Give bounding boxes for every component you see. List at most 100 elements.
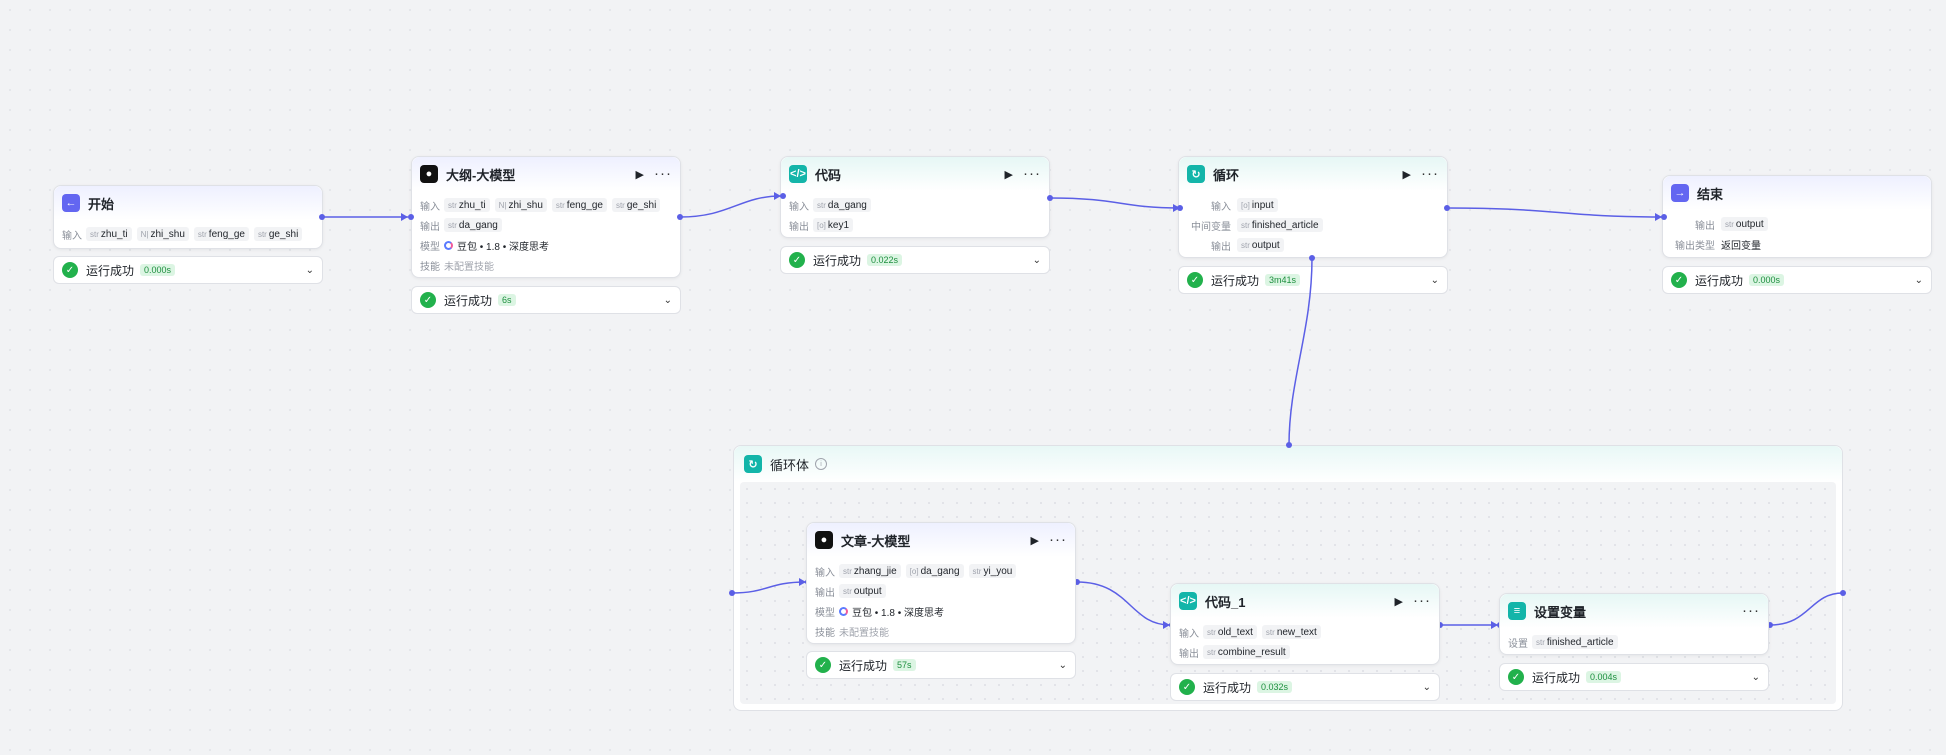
status-bar-outline[interactable]: ✓ 运行成功 6s ⌄ — [411, 286, 681, 314]
chevron-down-icon[interactable]: ⌄ — [1915, 275, 1923, 286]
status-bar-article[interactable]: ✓ 运行成功 57s ⌄ — [806, 651, 1076, 679]
duration-badge: 0.032s — [1257, 681, 1293, 693]
status-text: 运行成功 — [1532, 670, 1581, 685]
llm-icon: ● — [815, 531, 833, 549]
param-chip: [o] input — [1237, 198, 1278, 212]
output-type-value: 返回变量 — [1721, 240, 1761, 252]
status-text: 运行成功 — [1211, 273, 1260, 288]
status-bar-set-variable[interactable]: ✓ 运行成功 0.004s ⌄ — [1499, 663, 1769, 691]
code-icon: </> — [1179, 592, 1197, 610]
play-icon[interactable]: ▶ — [1031, 534, 1039, 547]
start-icon: ← — [62, 194, 80, 212]
success-check-icon: ✓ — [1187, 272, 1203, 288]
output-label: 输出 — [789, 221, 809, 233]
success-check-icon: ✓ — [1179, 679, 1195, 695]
code-icon: </> — [789, 165, 807, 183]
node-outline-llm[interactable]: ● 大纲-大模型 ▶ ··· 输入 str zhu_ti N| zhi_shu st… — [411, 156, 681, 278]
model-name: 豆包 • 1.8 • 深度思考 — [852, 607, 945, 619]
node-code[interactable]: </> 代码 ▶ ··· 输入 str da_gang 输出 [o] key1 — [780, 156, 1050, 238]
skills-label: 技能 — [420, 261, 440, 273]
duration-badge: 0.022s — [867, 254, 903, 266]
chevron-down-icon[interactable]: ⌄ — [664, 295, 672, 306]
status-bar-start[interactable]: ✓ 运行成功 0.000s ⌄ — [53, 256, 323, 284]
output-label: 输出 — [420, 221, 440, 233]
more-icon[interactable]: ··· — [1023, 166, 1041, 181]
model-name: 豆包 • 1.8 • 深度思考 — [457, 241, 550, 253]
status-text: 运行成功 — [86, 263, 135, 278]
param-chip: str yi_you — [968, 564, 1017, 578]
chevron-down-icon[interactable]: ⌄ — [306, 265, 314, 276]
duration-badge: 6s — [498, 294, 516, 306]
more-icon[interactable]: ··· — [1049, 532, 1067, 547]
input-label: 输入 — [1179, 628, 1199, 640]
node-loop[interactable]: ↻ 循环 ▶ ··· 输入 [o] input 中间变量 str finished_… — [1178, 156, 1448, 258]
chevron-down-icon[interactable]: ⌄ — [1752, 672, 1760, 683]
param-chip: [o] key1 — [813, 218, 854, 232]
param-chip: str finished_article — [1237, 218, 1323, 232]
status-bar-end[interactable]: ✓ 运行成功 0.000s ⌄ — [1662, 266, 1932, 294]
llm-icon: ● — [420, 165, 438, 183]
play-icon[interactable]: ▶ — [1403, 168, 1411, 181]
input-label: 输入 — [789, 201, 809, 213]
node-title: 大纲-大模型 — [446, 167, 516, 183]
loop-icon: ↻ — [1187, 165, 1205, 183]
node-title: 开始 — [88, 196, 115, 212]
chevron-down-icon[interactable]: ⌄ — [1431, 275, 1439, 286]
param-chip: str output — [1721, 217, 1768, 231]
status-bar-code[interactable]: ✓ 运行成功 0.022s ⌄ — [780, 246, 1050, 274]
model-label: 模型 — [420, 241, 440, 253]
param-chip: str da_gang — [813, 198, 871, 212]
setting-label: 设置 — [1508, 638, 1528, 650]
node-title: 结束 — [1697, 186, 1724, 202]
model-icon — [444, 240, 453, 250]
param-chip: str output — [839, 584, 886, 598]
chevron-down-icon[interactable]: ⌄ — [1033, 255, 1041, 266]
chevron-down-icon[interactable]: ⌄ — [1423, 682, 1431, 693]
chevron-down-icon[interactable]: ⌄ — [1059, 660, 1067, 671]
edge-loop-end — [1446, 207, 1663, 218]
param-chip: str ge_shi — [253, 227, 303, 241]
success-check-icon: ✓ — [420, 292, 436, 308]
input-label: 输入 — [420, 201, 440, 213]
more-icon[interactable]: ··· — [1742, 603, 1760, 618]
node-title: 设置变量 — [1534, 604, 1587, 620]
param-chip: str zhu_ti — [444, 198, 490, 212]
status-bar-code-1[interactable]: ✓ 运行成功 0.032s ⌄ — [1170, 673, 1440, 701]
node-article-llm[interactable]: ● 文章-大模型 ▶ ··· 输入 str zhang_jie [o] da_gan… — [806, 522, 1076, 644]
node-end[interactable]: → 结束 输出 str output 输出类型 返回变量 — [1662, 175, 1932, 258]
param-chip: str feng_ge — [551, 198, 607, 212]
node-title: 代码 — [815, 167, 842, 183]
success-check-icon: ✓ — [62, 262, 78, 278]
model-label: 模型 — [815, 607, 835, 619]
status-bar-loop[interactable]: ✓ 运行成功 3m41s ⌄ — [1178, 266, 1448, 294]
play-icon[interactable]: ▶ — [1395, 595, 1403, 608]
play-icon[interactable]: ▶ — [636, 168, 644, 181]
container-title: 循环体 — [770, 457, 810, 473]
param-chip: str old_text — [1203, 625, 1257, 639]
duration-badge: 0.004s — [1586, 671, 1622, 683]
more-icon[interactable]: ··· — [654, 166, 672, 181]
node-title: 循环 — [1213, 167, 1240, 183]
success-check-icon: ✓ — [815, 657, 831, 673]
param-chip: str zhang_jie — [839, 564, 901, 578]
duration-badge: 57s — [893, 659, 916, 671]
model-icon — [839, 606, 848, 616]
edge-code-loop — [1049, 197, 1181, 209]
duration-badge: 0.000s — [1749, 274, 1785, 286]
play-icon[interactable]: ▶ — [1005, 168, 1013, 181]
more-icon[interactable]: ··· — [1413, 593, 1431, 608]
info-icon[interactable]: i — [815, 458, 828, 470]
duration-badge: 0.000s — [140, 264, 176, 276]
param-chip: str da_gang — [444, 218, 502, 232]
output-label: 输出 — [1211, 241, 1231, 253]
param-chip: [o] da_gang — [905, 564, 964, 578]
node-set-variable[interactable]: ≡ 设置变量 ··· 设置 str finished_article — [1499, 593, 1769, 655]
status-text: 运行成功 — [813, 253, 862, 268]
node-start[interactable]: ← 开始 输入 str zhu_ti N| zhi_shu str feng_ge s… — [53, 185, 323, 249]
duration-badge: 3m41s — [1265, 274, 1301, 286]
success-check-icon: ✓ — [1671, 272, 1687, 288]
skills-value: 未配置技能 — [444, 261, 494, 273]
node-code-1[interactable]: </> 代码_1 ▶ ··· 输入 str old_text str new_tex… — [1170, 583, 1440, 665]
more-icon[interactable]: ··· — [1421, 166, 1439, 181]
param-chip: N| zhi_shu — [494, 198, 547, 212]
